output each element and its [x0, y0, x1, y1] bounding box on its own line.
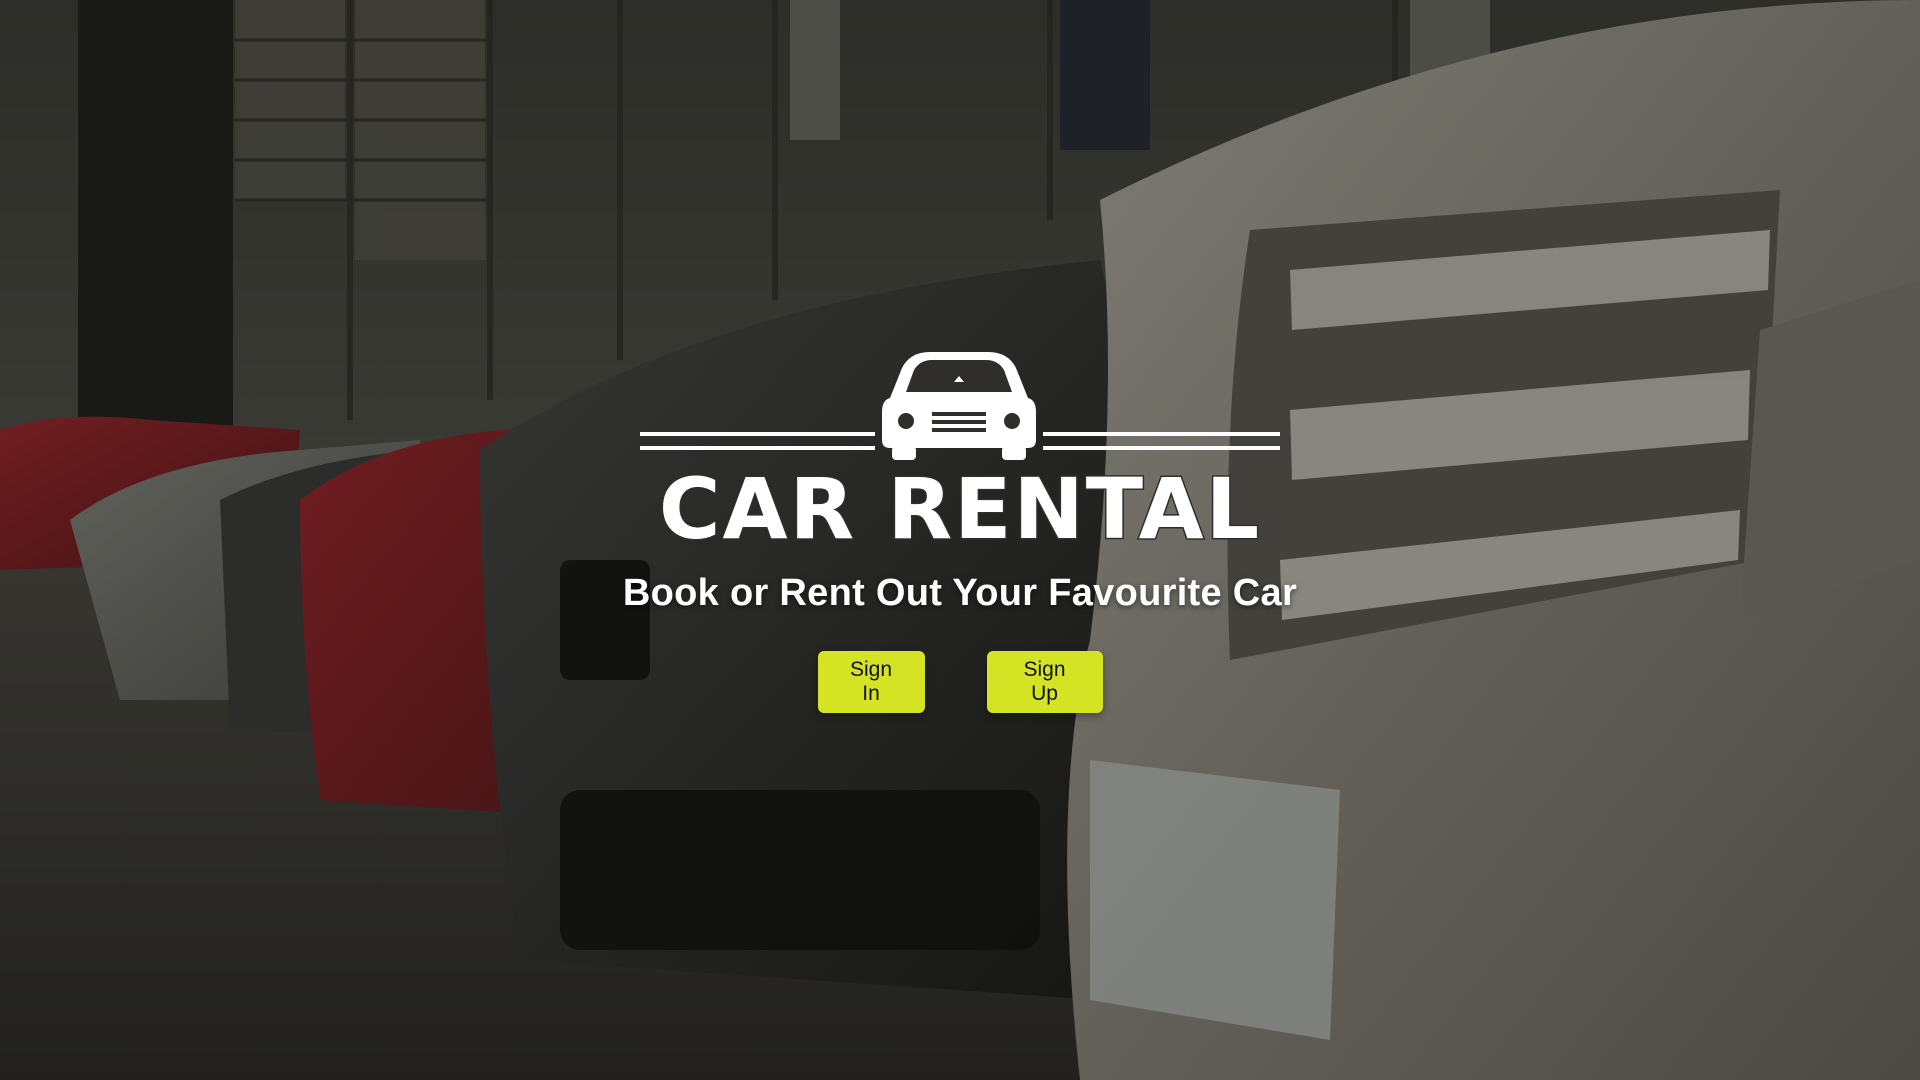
- sign-in-button[interactable]: Sign In: [817, 651, 925, 713]
- hero-content: CAR RENTAL Book or Rent Out Your Favouri…: [0, 348, 1920, 713]
- landing-hero: CAR RENTAL Book or Rent Out Your Favouri…: [0, 0, 1920, 1080]
- hero-tagline: Book or Rent Out Your Favourite Car: [622, 572, 1298, 614]
- car-rental-logo: CAR RENTAL: [640, 352, 1280, 548]
- car-icon: [882, 352, 1036, 460]
- logo-wordmark: CAR RENTAL: [659, 460, 1261, 548]
- auth-actions: Sign In Sign Up: [817, 651, 1103, 713]
- sign-up-button[interactable]: Sign Up: [986, 651, 1103, 713]
